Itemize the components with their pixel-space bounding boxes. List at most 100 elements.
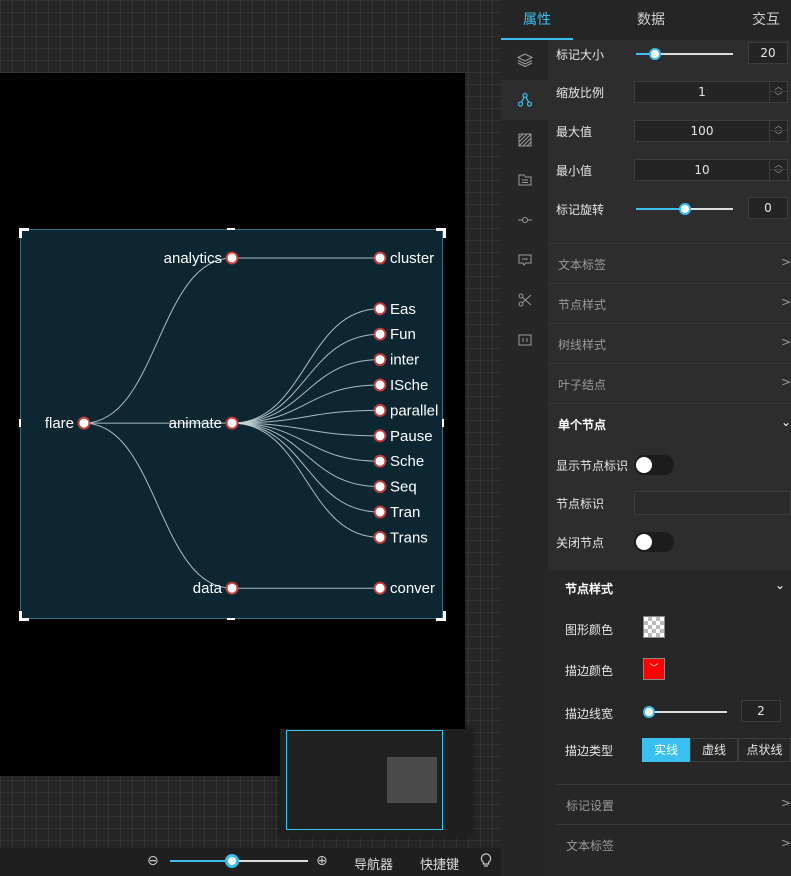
shortcuts-button[interactable]: 快捷键	[420, 854, 459, 873]
section-text-label[interactable]: 文本标签 >	[548, 243, 791, 283]
tooltip-icon	[518, 254, 531, 266]
chevron-down-icon[interactable]: ⌄	[775, 578, 785, 592]
tree-node	[225, 416, 239, 430]
max-label: 最大值	[556, 125, 593, 139]
stroke-width-label: 描边线宽	[565, 707, 614, 721]
max-increment[interactable]: ︿	[769, 121, 787, 131]
tree-node-label: Sche	[390, 453, 424, 470]
tab-properties[interactable]: 属性	[501, 0, 573, 40]
section-title: 标记设置	[566, 799, 615, 813]
tree-link	[231, 359, 381, 424]
resize-handle-top[interactable]	[227, 228, 235, 230]
navigator-button[interactable]: 导航器	[354, 854, 393, 873]
close-node-toggle[interactable]	[634, 532, 674, 552]
marker-size-input[interactable]: 20	[748, 42, 788, 64]
show-node-label-toggle[interactable]	[634, 455, 674, 475]
tree-node-label: flare	[45, 415, 74, 432]
tree-link	[231, 333, 381, 424]
sidebar-item-link[interactable]	[501, 200, 548, 240]
min-label: 最小值	[556, 164, 593, 178]
section-title: 单个节点	[558, 418, 607, 432]
scale-increment[interactable]: ︿	[769, 82, 787, 92]
section-title: 文本标签	[566, 839, 615, 853]
max-stepper[interactable]: 100 ︿ ﹀	[634, 120, 788, 142]
tree-node	[373, 505, 387, 519]
sidebar-item-nodes[interactable]	[501, 80, 548, 120]
icon-sidebar	[501, 40, 548, 876]
resize-handle-bottom-right[interactable]	[436, 611, 446, 621]
zoom-slider[interactable]	[170, 854, 308, 868]
resize-handle-left[interactable]	[19, 419, 21, 427]
resize-handle-bottom-left[interactable]	[19, 611, 29, 621]
resize-handle-right[interactable]	[442, 419, 444, 427]
fill-color-swatch[interactable]	[643, 616, 665, 638]
tree-node-label: Trans	[390, 529, 428, 546]
canvas-area[interactable]: flare analytics cluster animate Eas Fun inter I…	[0, 0, 501, 876]
lightbulb-icon[interactable]	[480, 853, 492, 872]
tree-node	[373, 429, 387, 443]
stroke-color-swatch[interactable]: ﹀	[643, 658, 665, 680]
sidebar-item-scissors[interactable]	[501, 280, 548, 320]
section-marker-settings[interactable]: 标记设置 >	[556, 784, 791, 824]
resize-handle-bottom[interactable]	[227, 618, 235, 620]
resize-handle-top-right[interactable]	[436, 228, 446, 238]
section-tree-line-style[interactable]: 树线样式 >	[548, 323, 791, 363]
section-single-node[interactable]: 单个节点 ⌄	[548, 403, 791, 443]
properties-content: 标记大小 20 缩放比例 1 ︿ ﹀ 最大值 100 ︿ ﹀ 最小值 10 ︿ …	[548, 40, 791, 876]
marker-size-slider-knob[interactable]	[649, 48, 662, 60]
tree-node-label: Eas	[390, 301, 416, 318]
section-node-style[interactable]: 节点样式 >	[548, 283, 791, 323]
tab-interaction[interactable]: 交互	[731, 0, 791, 40]
stroke-type-dashed[interactable]: 虚线	[690, 738, 738, 762]
sidebar-item-layers[interactable]	[501, 40, 548, 80]
min-stepper[interactable]: 10 ︿ ﹀	[634, 159, 788, 181]
node-id-input[interactable]	[634, 491, 791, 515]
stroke-width-slider[interactable]	[643, 706, 727, 718]
stroke-width-input[interactable]: 2	[741, 700, 781, 722]
tree-chart[interactable]: flare analytics cluster animate Eas Fun inter I…	[20, 229, 443, 619]
navigator-panel[interactable]	[280, 729, 471, 837]
min-decrement[interactable]: ﹀	[769, 170, 787, 180]
stroke-width-slider-knob[interactable]	[643, 706, 656, 718]
section-leaf-node[interactable]: 叶子结点 >	[548, 363, 791, 403]
rotate-slider[interactable]	[636, 203, 733, 215]
section-title: 叶子结点	[558, 378, 607, 392]
tree-node-label: animate	[169, 415, 222, 432]
texture-icon	[518, 133, 531, 147]
node-style-title[interactable]: 节点样式	[565, 580, 613, 597]
tree-node	[373, 581, 387, 595]
tree-node-label: data	[193, 580, 223, 597]
sidebar-item-texture[interactable]	[501, 120, 548, 160]
min-increment[interactable]: ︿	[769, 160, 787, 170]
chevron-down-icon: ⌄	[780, 415, 791, 429]
tab-data[interactable]: 数据	[611, 0, 691, 40]
rotate-slider-knob[interactable]	[678, 203, 691, 215]
tree-node	[225, 581, 239, 595]
resize-handle-top-left[interactable]	[19, 228, 29, 238]
scale-decrement[interactable]: ﹀	[769, 92, 787, 102]
navigator-viewport[interactable]	[286, 730, 443, 830]
sidebar-item-tooltip[interactable]	[501, 240, 548, 280]
tree-node	[225, 251, 239, 265]
zoom-slider-knob[interactable]	[225, 854, 240, 868]
tree-link	[231, 422, 381, 513]
close-node-label: 关闭节点	[556, 536, 605, 550]
sidebar-item-dimension[interactable]	[501, 320, 548, 360]
zoom-in-icon[interactable]: ⊕	[316, 853, 328, 869]
tree-svg: flare analytics cluster animate Eas Fun inter I…	[45, 250, 439, 597]
link-icon	[517, 217, 532, 223]
stroke-type-dotted[interactable]: 点状线	[738, 738, 791, 762]
section-node-text-label[interactable]: 文本标签 >	[556, 824, 791, 864]
sidebar-item-folder[interactable]	[501, 160, 548, 200]
marker-size-slider[interactable]	[636, 48, 733, 60]
chevron-right-icon: >	[780, 836, 791, 850]
show-node-label-label: 显示节点标识	[556, 459, 629, 473]
max-decrement[interactable]: ﹀	[769, 131, 787, 141]
tree-node	[373, 353, 387, 367]
stroke-type-solid[interactable]: 实线	[642, 738, 690, 762]
scale-stepper[interactable]: 1 ︿ ﹀	[634, 81, 788, 103]
marker-size-label: 标记大小	[556, 48, 605, 62]
tree-link	[231, 308, 381, 424]
rotate-input[interactable]: 0	[748, 197, 788, 219]
zoom-out-icon[interactable]: ⊖	[147, 853, 159, 869]
